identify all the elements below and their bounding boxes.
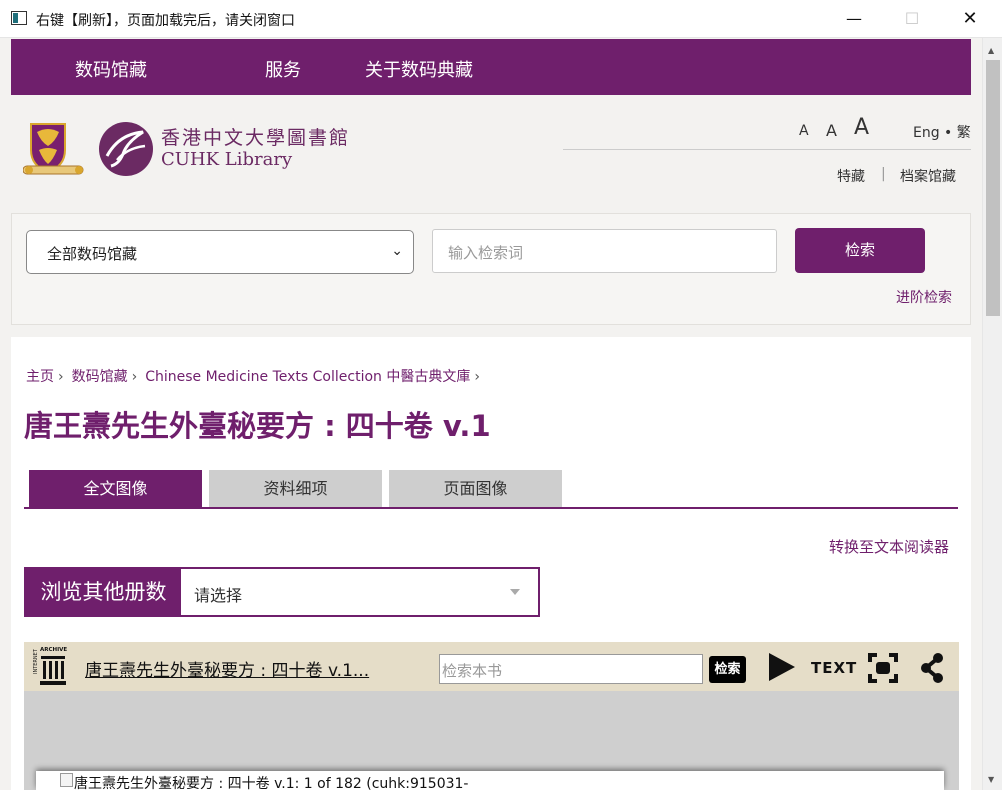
nav-item-about[interactable]: 关于数码典藏 [365,56,473,82]
fullscreen-icon[interactable] [868,653,898,683]
font-size-large-button[interactable]: A [854,115,869,140]
library-emblem-icon[interactable] [97,120,155,178]
library-name-english[interactable]: CUHK Library [161,149,292,170]
page-image[interactable]: 唐王燾先生外臺秘要方 : 四十卷 v.1: 1 of 182 (cuhk:915… [36,771,944,790]
library-name-chinese[interactable]: 香港中文大學圖書館 [161,123,350,150]
browser-viewport: 数码馆藏 服务 关于数码典藏 香港中文大學圖書館 CUHK Library A … [0,38,982,790]
top-nav: 数码馆藏 服务 关于数码典藏 [11,39,971,95]
scrollbar-thumb[interactable] [986,60,1000,316]
breadcrumb-digital-collections[interactable]: 数码馆藏 [72,369,128,385]
window-title: 右键【刷新】，页面加载完后，请关闭窗口 [36,13,295,29]
play-icon[interactable] [769,653,795,681]
caret-down-icon[interactable] [510,589,520,595]
breadcrumb: 主页 › 数码馆藏 › Chinese Medicine Texts Collectio… [26,366,488,386]
search-button[interactable]: 检索 [795,228,925,273]
maximize-button[interactable]: ☐ [890,6,934,32]
header-divider [563,149,971,150]
breadcrumb-collection[interactable]: Chinese Medicine Texts Collection 中醫古典文庫 [145,369,470,385]
volume-selector: 浏览其他册数 请选择 [24,567,540,617]
link-separator: | [881,166,886,182]
nav-item-services[interactable]: 服务 [265,56,301,82]
tab-details[interactable]: 资料细项 [209,470,382,507]
svg-text:INTERNET: INTERNET [33,648,39,674]
text-reader-link[interactable]: 转换至文本阅读器 [829,536,949,557]
search-input[interactable]: 输入检索词 [432,229,777,273]
book-viewer[interactable]: INTERNET ARCHIVE 唐王燾先生外臺秘要方 : 四十卷 v.1...… [24,642,959,790]
advanced-search-link[interactable]: 进阶检索 [896,287,952,307]
share-icon[interactable] [920,653,944,683]
book-search-button[interactable]: 检索 [709,656,746,683]
page-title: 唐王燾先生外臺秘要方 : 四十卷 v.1 [24,409,491,443]
breadcrumb-separator: › [474,369,480,385]
vertical-scrollbar[interactable]: ▲ ▼ [982,38,1002,790]
cuhk-crest-icon[interactable] [23,120,93,178]
collection-select[interactable]: 全部数码馆藏 ⌄ [26,230,414,274]
chevron-down-icon: ⌄ [391,243,403,259]
language-switch[interactable]: Eng • 繁 [913,122,971,142]
window-titlebar: 右键【刷新】，页面加载完后，请关闭窗口 — ☐ ✕ [0,0,1002,38]
tab-page-image[interactable]: 页面图像 [389,470,562,507]
volume-select[interactable]: 请选择 [194,582,242,606]
search-panel: 全部数码馆藏 ⌄ 输入检索词 检索 进阶检索 [11,213,971,325]
breadcrumb-home[interactable]: 主页 [26,369,54,385]
scroll-up-icon[interactable]: ▲ [988,46,994,55]
app-window-icon [11,11,27,25]
scroll-down-icon[interactable]: ▼ [988,775,994,784]
font-size-medium-button[interactable]: A [826,121,837,140]
special-collections-link[interactable]: 特藏 [837,166,865,186]
page-image-alt-text: 唐王燾先生外臺秘要方 : 四十卷 v.1: 1 of 182 (cuhk:915… [74,776,469,790]
tab-full-image[interactable]: 全文图像 [29,470,202,507]
minimize-button[interactable]: — [832,6,876,32]
archives-link[interactable]: 档案馆藏 [900,166,956,186]
tab-bar: 全文图像 资料细项 页面图像 [24,470,958,509]
breadcrumb-separator: › [58,369,64,385]
book-search-input[interactable]: 检索本书 [439,654,703,684]
nav-item-digital-collections[interactable]: 数码馆藏 [75,56,147,82]
broken-image-icon [60,773,73,787]
collection-select-value: 全部数码馆藏 [47,245,138,263]
svg-text:ARCHIVE: ARCHIVE [40,647,67,653]
font-size-small-button[interactable]: A [799,123,809,139]
text-mode-button[interactable]: TEXT [811,659,857,677]
internet-archive-icon[interactable]: INTERNET ARCHIVE [28,645,78,689]
volume-label: 浏览其他册数 [26,569,181,615]
viewer-book-title[interactable]: 唐王燾先生外臺秘要方 : 四十卷 v.1... [85,656,369,681]
site-header: 香港中文大學圖書館 CUHK Library A A A Eng • 繁 特藏 … [11,95,971,213]
close-button[interactable]: ✕ [948,6,992,32]
breadcrumb-separator: › [131,369,138,385]
main-content: 主页 › 数码馆藏 › Chinese Medicine Texts Collectio… [11,337,971,790]
viewer-toolbar: INTERNET ARCHIVE 唐王燾先生外臺秘要方 : 四十卷 v.1...… [24,642,959,691]
